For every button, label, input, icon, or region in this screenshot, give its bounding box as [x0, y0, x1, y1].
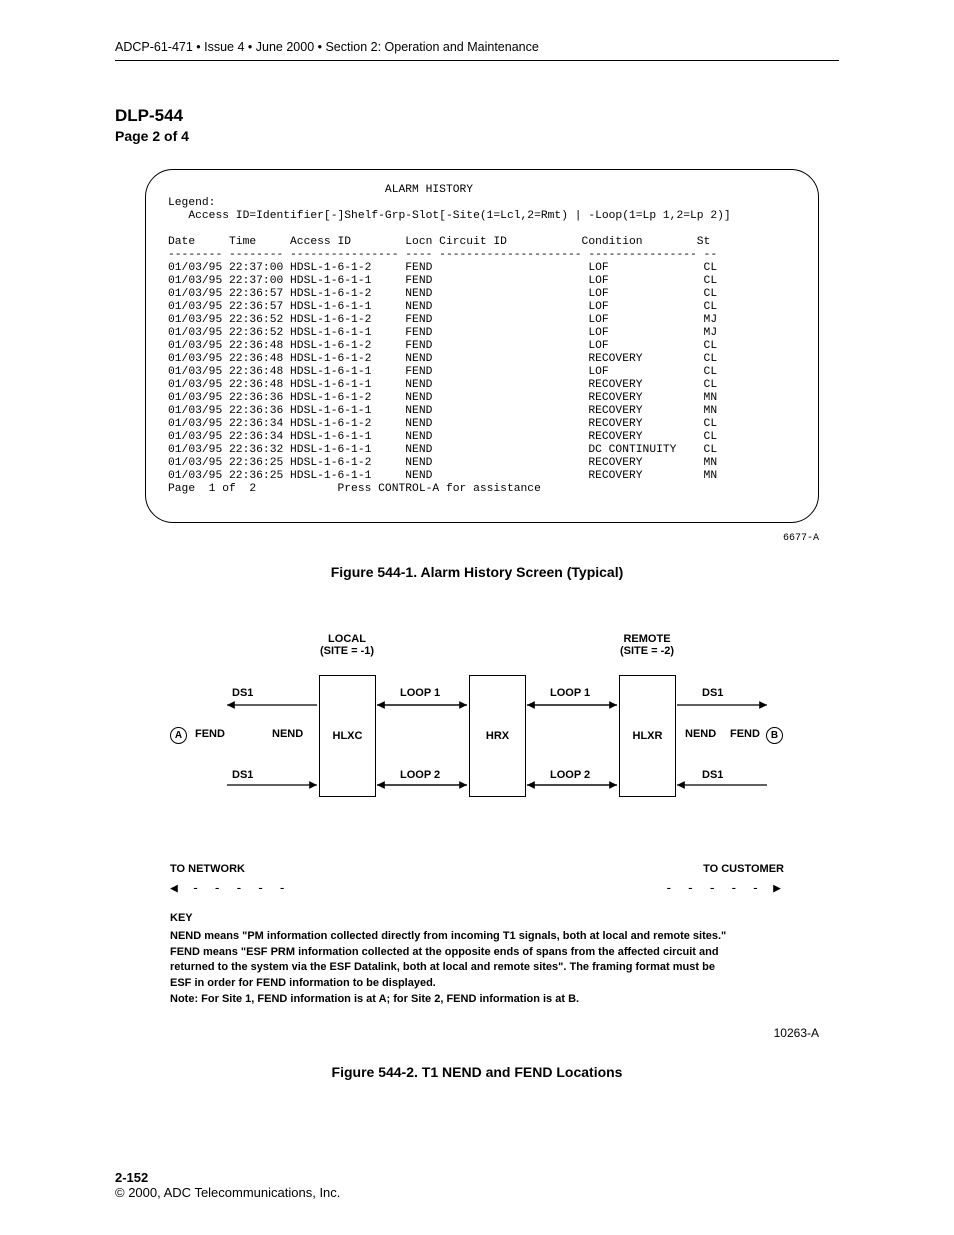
fend-left: FEND: [195, 728, 225, 740]
arrow-left-icon: ◀ - - - - -: [170, 881, 289, 896]
hlxc-label: HLXC: [320, 730, 375, 742]
figure-1-caption: Figure 544-1. Alarm History Screen (Typi…: [115, 564, 839, 580]
page-footer: 2-152 © 2000, ADC Telecommunications, In…: [115, 1170, 340, 1200]
net-cust-row: TO NETWORK TO CUSTOMER: [170, 863, 784, 875]
ds1-bot-left: DS1: [232, 769, 253, 781]
hrx-label: HRX: [470, 730, 525, 742]
point-a: A: [170, 727, 187, 744]
figure-2-caption: Figure 544-2. T1 NEND and FEND Locations: [115, 1064, 839, 1080]
remote-label: REMOTE (SITE = -2): [602, 633, 692, 657]
fend-right: FEND: [730, 728, 760, 740]
dlp-title: DLP-544: [115, 106, 839, 126]
loop2-a: LOOP 2: [400, 769, 440, 781]
ds1-top-right: DS1: [702, 687, 723, 699]
to-customer-label: TO CUSTOMER: [703, 863, 784, 875]
terminal-content: ALARM HISTORY Legend: Access ID=Identifi…: [168, 184, 796, 496]
arrow-right-icon: - - - - - ▶: [665, 881, 784, 896]
local-sub: (SITE = -1): [320, 645, 374, 657]
local-label: LOCAL (SITE = -1): [302, 633, 392, 657]
key-line-4: ESF in order for FEND information to be …: [170, 976, 784, 992]
terminal-box: ALARM HISTORY Legend: Access ID=Identifi…: [145, 169, 819, 523]
ds1-top-left: DS1: [232, 687, 253, 699]
hlxc-box: HLXC: [319, 675, 376, 797]
hrx-box: HRX: [469, 675, 526, 797]
copyright: © 2000, ADC Telecommunications, Inc.: [115, 1185, 340, 1200]
key-line-3: returned to the system via the ESF Datal…: [170, 960, 784, 976]
hlxr-label: HLXR: [620, 730, 675, 742]
local-top: LOCAL: [328, 633, 366, 645]
key-line-1: NEND means "PM information collected dir…: [170, 929, 784, 945]
loop1-a: LOOP 1: [400, 687, 440, 699]
to-network-label: TO NETWORK: [170, 863, 245, 875]
point-b: B: [766, 727, 783, 744]
figure-2-id: 10263-A: [115, 1026, 819, 1040]
page-number: 2-152: [115, 1170, 340, 1185]
ds1-bot-right: DS1: [702, 769, 723, 781]
nend-right: NEND: [685, 728, 716, 740]
header-rule: [115, 60, 839, 61]
loop1-b: LOOP 1: [550, 687, 590, 699]
remote-top: REMOTE: [623, 633, 670, 645]
key-note: Note: For Site 1, FEND information is at…: [170, 992, 784, 1008]
hlxr-box: HLXR: [619, 675, 676, 797]
key-title: KEY: [170, 911, 784, 927]
diagram-544-2: LOCAL (SITE = -1) REMOTE (SITE = -2) HLX…: [172, 635, 782, 835]
remote-sub: (SITE = -2): [620, 645, 674, 657]
loop2-b: LOOP 2: [550, 769, 590, 781]
doc-header-line: ADCP-61-471 • Issue 4 • June 2000 • Sect…: [115, 40, 839, 54]
figure-1-id: 6677-A: [115, 533, 819, 544]
key-block: KEY NEND means "PM information collected…: [170, 911, 784, 1009]
key-line-2: FEND means "ESF PRM information collecte…: [170, 945, 784, 961]
nend-left: NEND: [272, 728, 303, 740]
dash-arrows: ◀ - - - - - - - - - - ▶: [170, 881, 784, 896]
page-indicator: Page 2 of 4: [115, 128, 839, 144]
page: ADCP-61-471 • Issue 4 • June 2000 • Sect…: [0, 0, 954, 1235]
